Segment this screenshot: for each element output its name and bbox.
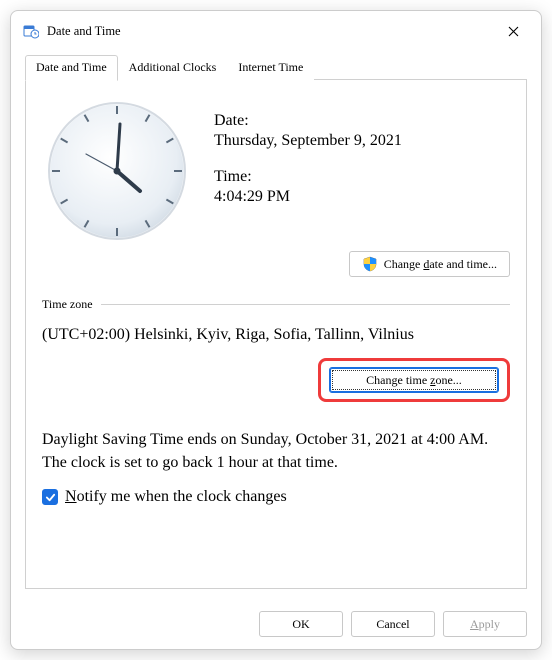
checkmark-icon (45, 492, 56, 503)
uac-shield-icon (362, 256, 378, 272)
notify-checkbox[interactable] (42, 489, 58, 505)
ok-button[interactable]: OK (259, 611, 343, 637)
close-button[interactable] (493, 15, 533, 47)
tab-label: Internet Time (238, 60, 303, 74)
tab-date-and-time[interactable]: Date and Time (25, 55, 118, 81)
notify-label: Notify me when the clock changes (65, 488, 287, 506)
dialog-footer: OK Cancel Apply (11, 601, 541, 649)
change-date-time-label: Change date and time... (384, 256, 497, 272)
apply-label: Apply (470, 616, 500, 632)
annotation-highlight: Change time zone... (318, 358, 510, 402)
time-label: Time: (214, 168, 510, 186)
dst-info-text: Daylight Saving Time ends on Sunday, Oct… (42, 428, 510, 474)
cancel-button[interactable]: Cancel (351, 611, 435, 637)
date-label: Date: (214, 112, 510, 130)
date-value: Thursday, September 9, 2021 (214, 132, 510, 150)
tab-label: Date and Time (36, 60, 107, 74)
tab-strip: Date and Time Additional Clocks Internet… (25, 55, 527, 80)
timezone-value: (UTC+02:00) Helsinki, Kyiv, Riga, Sofia,… (42, 326, 510, 344)
cancel-label: Cancel (376, 616, 409, 632)
window-title: Date and Time (47, 24, 121, 39)
timezone-legend: Time zone (42, 297, 93, 312)
ok-label: OK (292, 616, 309, 632)
close-icon (508, 26, 519, 37)
change-time-zone-label: Change time zone... (366, 372, 462, 388)
divider (101, 304, 510, 305)
titlebar: Date and Time (11, 11, 541, 51)
change-time-zone-button[interactable]: Change time zone... (329, 367, 499, 393)
tab-label: Additional Clocks (129, 60, 217, 74)
tab-additional-clocks[interactable]: Additional Clocks (118, 55, 228, 80)
datetime-app-icon (23, 23, 39, 39)
tab-internet-time[interactable]: Internet Time (227, 55, 314, 80)
apply-button[interactable]: Apply (443, 611, 527, 637)
date-and-time-window: Date and Time Date and Time Additional C… (10, 10, 542, 650)
time-value: 4:04:29 PM (214, 188, 510, 206)
change-date-time-button[interactable]: Change date and time... (349, 251, 510, 277)
analog-clock (42, 96, 192, 251)
tab-panel-date-and-time: Date: Thursday, September 9, 2021 Time: … (25, 80, 527, 589)
